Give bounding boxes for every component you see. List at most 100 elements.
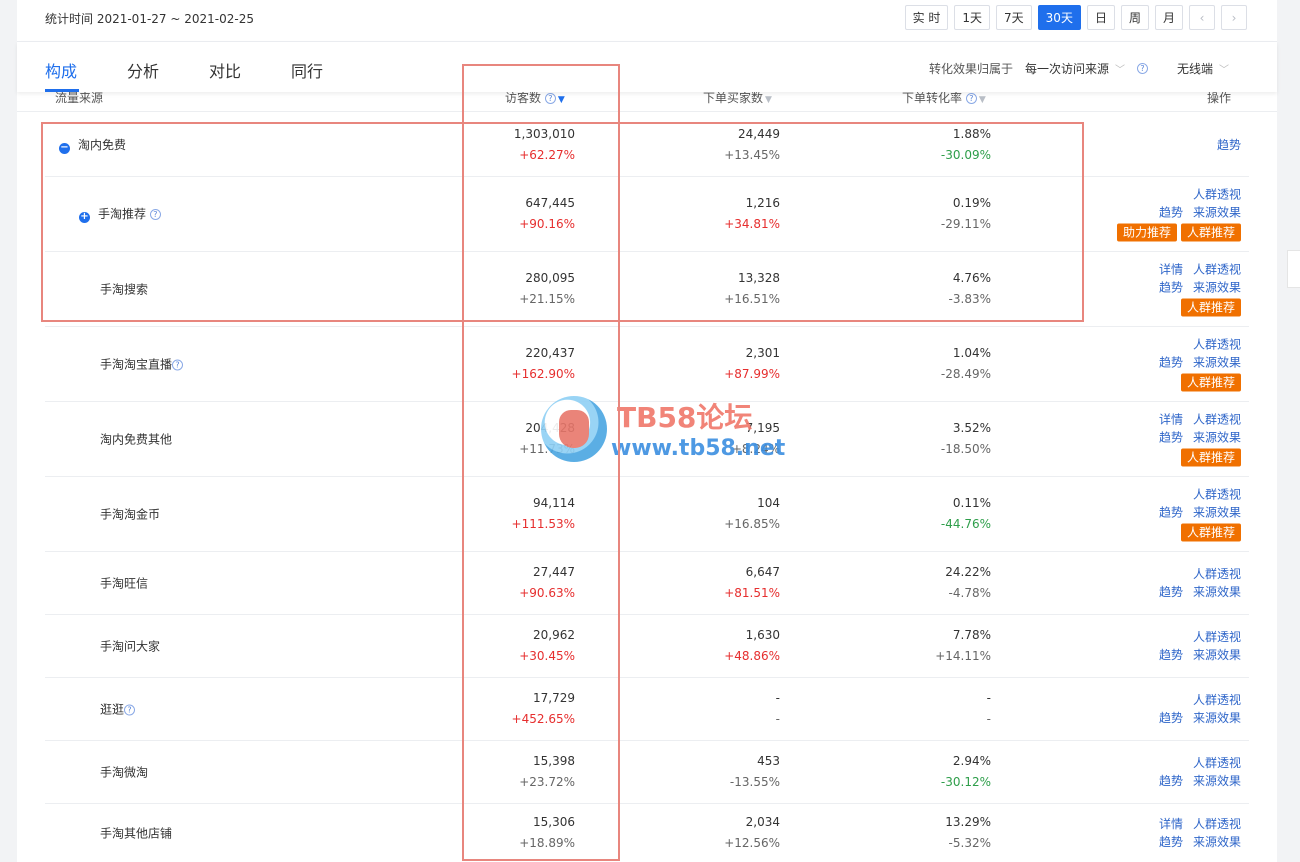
action-link[interactable]: 详情 xyxy=(1159,412,1183,428)
action-link[interactable]: 趋势 xyxy=(1217,137,1241,153)
action-link[interactable]: 趋势 xyxy=(1159,584,1183,600)
time-tab-1day[interactable]: 1天 xyxy=(954,5,991,30)
action-link[interactable]: 人群透视 xyxy=(1193,755,1241,771)
source-name: 手淘问大家 xyxy=(100,639,161,654)
recommend-badge-button[interactable]: 人群推荐 xyxy=(1180,373,1241,392)
action-link[interactable]: 趋势 xyxy=(1159,834,1183,850)
attribution-selector[interactable]: 转化效果归属于 每一次访问来源 ﹀ ? xyxy=(929,60,1149,77)
time-tab-week[interactable]: 周 xyxy=(1120,5,1149,30)
action-link[interactable]: 人群透视 xyxy=(1193,816,1241,832)
attribution-value: 每一次访问来源 xyxy=(1025,62,1110,76)
stat-time: 统计时间 2021-01-27 ~ 2021-02-25 xyxy=(45,12,254,26)
help-icon[interactable]: ? xyxy=(149,209,161,220)
action-link[interactable]: 趋势 xyxy=(1159,505,1183,521)
action-link[interactable]: 人群透视 xyxy=(1193,412,1241,428)
sort-icon: ▼ xyxy=(978,95,986,105)
action-link[interactable]: 人群透视 xyxy=(1193,187,1241,203)
help-icon[interactable]: ? xyxy=(1137,63,1149,74)
tab-peers[interactable]: 同行 xyxy=(291,58,323,82)
help-icon[interactable]: ? xyxy=(172,359,184,371)
recommend-badge-button[interactable]: 助力推荐 xyxy=(1116,223,1177,242)
action-link[interactable]: 来源效果 xyxy=(1193,647,1241,663)
source-name[interactable]: − 淘内免费 xyxy=(59,136,126,154)
action-link[interactable]: 来源效果 xyxy=(1193,280,1241,296)
action-link[interactable]: 趋势 xyxy=(1159,430,1183,446)
device-selector[interactable]: 无线端 ﹀ xyxy=(1177,60,1229,77)
row-actions: 人群透视 趋势 来源效果人群推荐 xyxy=(1159,337,1241,392)
action-link[interactable]: 来源效果 xyxy=(1193,773,1241,789)
recommend-badge-button[interactable]: 人群推荐 xyxy=(1180,298,1241,317)
source-name[interactable]: + 手淘推荐 ? xyxy=(79,205,161,223)
watermark-title: TB58论坛 xyxy=(617,401,753,434)
recommend-badge-button[interactable]: 人群推荐 xyxy=(1180,223,1241,242)
buyers-cell: -- xyxy=(775,691,780,726)
time-tab-realtime[interactable]: 实 时 xyxy=(904,5,949,30)
action-link[interactable]: 来源效果 xyxy=(1193,834,1241,850)
prev-period-button[interactable]: ‹ xyxy=(1189,5,1215,30)
conversion-cell: 24.22% -4.78% xyxy=(945,565,991,600)
buyers-cell: 24,449 +13.45% xyxy=(724,126,780,162)
action-link[interactable]: 趋势 xyxy=(1159,280,1183,296)
conversion-cell: 7.78% +14.11% xyxy=(935,628,991,663)
visitors-cell: 647,445 +90.16% xyxy=(519,196,575,231)
tab-composition[interactable]: 构成 xyxy=(45,58,77,82)
buyers-cell: 1,216 +34.81% xyxy=(724,196,780,231)
action-link[interactable]: 趋势 xyxy=(1159,647,1183,663)
action-link[interactable]: 趋势 xyxy=(1159,205,1183,221)
action-link[interactable]: 来源效果 xyxy=(1193,430,1241,446)
row-actions: 人群透视 趋势 来源效果 助力推荐 人群推荐 xyxy=(1116,187,1241,242)
action-link[interactable]: 人群透视 xyxy=(1193,487,1241,503)
visitors-cell: 15,306 +18.89% xyxy=(519,815,575,850)
action-link[interactable]: 来源效果 xyxy=(1193,584,1241,600)
source-name: 淘内免费其他 xyxy=(100,432,173,447)
active-tab-indicator xyxy=(45,89,79,92)
time-tab-7day[interactable]: 7天 xyxy=(996,5,1032,30)
buyers-cell: 453 -13.55% xyxy=(729,754,780,789)
row-actions: 趋势 xyxy=(1217,137,1241,153)
visitors-cell: 20,962 +30.45% xyxy=(519,628,575,663)
collapse-icon[interactable]: − xyxy=(59,142,70,154)
source-name: 手淘旺信 xyxy=(100,576,149,591)
buyers-cell: 6,647 +81.51% xyxy=(724,565,780,600)
conversion-cell: -- xyxy=(986,691,991,726)
visitors-cell: 220,437 +162.90% xyxy=(511,346,575,381)
visitors-cell: 1,303,010 +62.27% xyxy=(513,126,575,162)
visitors-cell: 280,095 +21.15% xyxy=(519,271,575,306)
conversion-cell: 0.11% -44.76% xyxy=(940,496,991,531)
action-link[interactable]: 来源效果 xyxy=(1193,710,1241,726)
tab-compare[interactable]: 对比 xyxy=(209,58,241,82)
table-row: 手淘其他店铺 15,306 +18.89% 2,034 +12.56% 13.29% -5.… xyxy=(45,804,1249,862)
sort-desc-icon: ▼ xyxy=(557,95,565,105)
row-actions: 人群透视 趋势 来源效果人群推荐 xyxy=(1159,487,1241,542)
action-link[interactable]: 趋势 xyxy=(1159,773,1183,789)
action-link[interactable]: 人群透视 xyxy=(1193,566,1241,582)
side-tab[interactable] xyxy=(1287,250,1300,288)
action-link[interactable]: 人群透视 xyxy=(1193,692,1241,708)
conversion-cell: 1.04% -28.49% xyxy=(940,346,991,381)
help-icon: ? xyxy=(965,93,977,104)
time-tab-month[interactable]: 月 xyxy=(1154,5,1183,30)
table-row: 手淘淘金币 94,114 +111.53% 104 +16.85% 0.11% -44.76… xyxy=(45,477,1249,552)
source-name: 手淘微淘 xyxy=(100,765,149,780)
time-tab-day[interactable]: 日 xyxy=(1086,5,1115,30)
action-link[interactable]: 趋势 xyxy=(1159,710,1183,726)
recommend-badge-button[interactable]: 人群推荐 xyxy=(1180,448,1241,467)
row-actions: 人群透视 趋势 来源效果 xyxy=(1159,692,1241,726)
action-link[interactable]: 来源效果 xyxy=(1193,205,1241,221)
action-link[interactable]: 人群透视 xyxy=(1193,337,1241,353)
recommend-badge-button[interactable]: 人群推荐 xyxy=(1180,523,1241,542)
action-link[interactable]: 人群透视 xyxy=(1193,629,1241,645)
action-link[interactable]: 人群透视 xyxy=(1193,262,1241,278)
tab-analysis[interactable]: 分析 xyxy=(127,58,159,82)
action-link[interactable]: 来源效果 xyxy=(1193,355,1241,371)
expand-icon[interactable]: + xyxy=(79,212,90,223)
row-actions: 人群透视 趋势 来源效果 xyxy=(1159,629,1241,663)
action-link[interactable]: 来源效果 xyxy=(1193,505,1241,521)
next-period-button[interactable]: › xyxy=(1221,5,1247,30)
source-name: 逛逛? xyxy=(100,701,136,718)
action-link[interactable]: 详情 xyxy=(1159,816,1183,832)
action-link[interactable]: 详情 xyxy=(1159,262,1183,278)
action-link[interactable]: 趋势 xyxy=(1159,355,1183,371)
time-tab-30day[interactable]: 30天 xyxy=(1037,5,1081,30)
help-icon[interactable]: ? xyxy=(124,704,136,716)
